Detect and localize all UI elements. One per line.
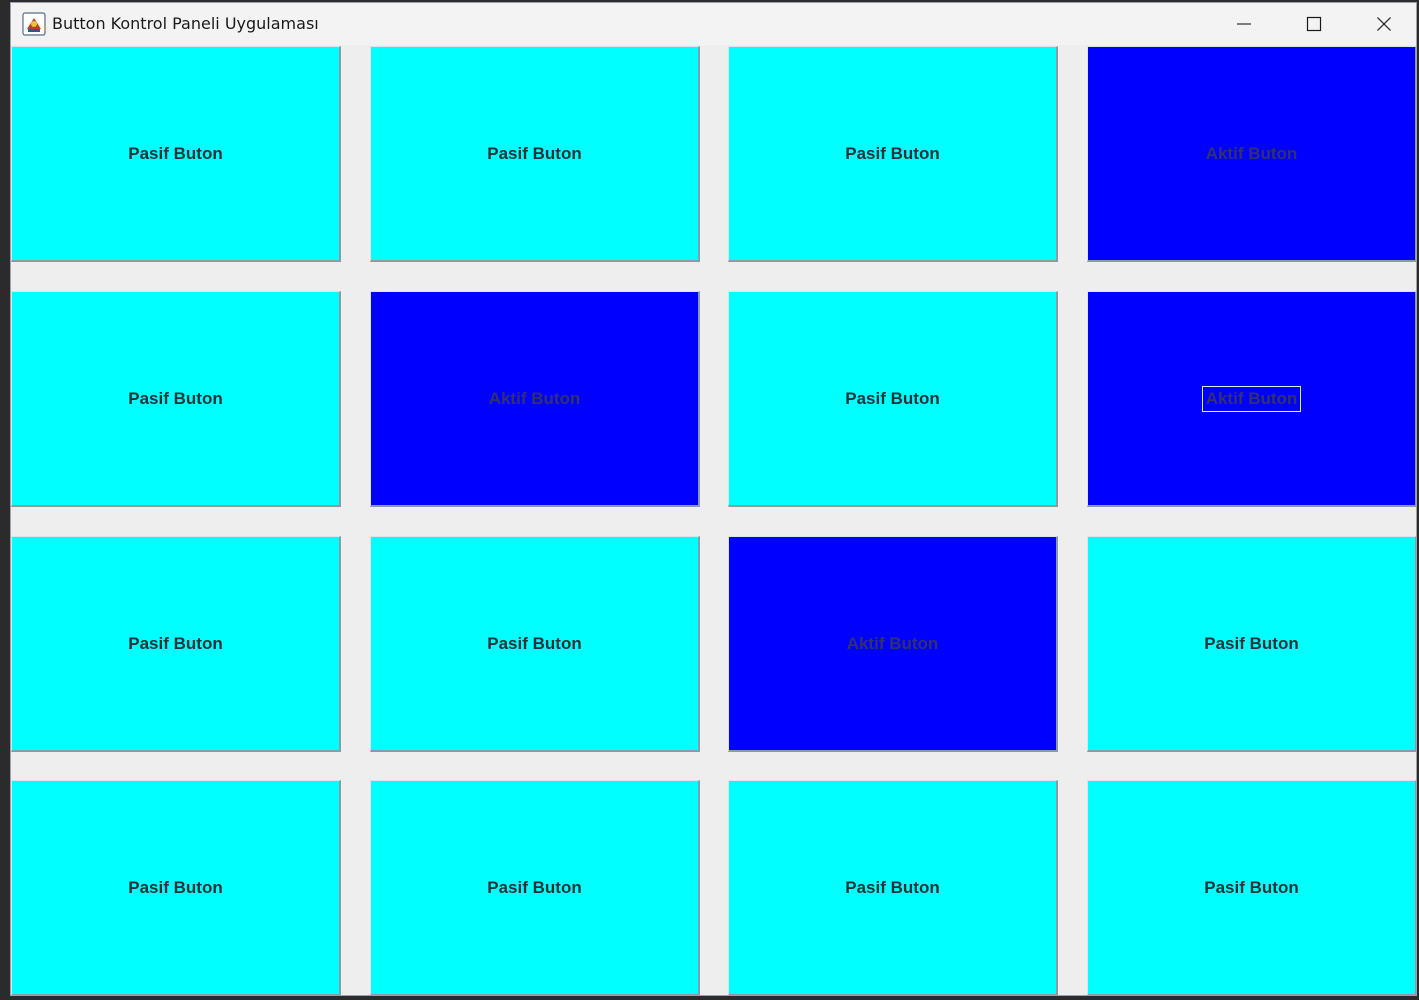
grid-button-label: Aktif Buton xyxy=(488,388,581,408)
close-icon xyxy=(1376,16,1392,32)
grid-button-5[interactable]: Pasif Buton xyxy=(11,291,341,507)
close-button[interactable] xyxy=(1349,3,1416,45)
grid-button-7[interactable]: Pasif Buton xyxy=(728,291,1058,507)
grid-button-3[interactable]: Pasif Buton xyxy=(728,46,1058,262)
grid-button-9[interactable]: Pasif Buton xyxy=(11,536,341,752)
grid-button-4[interactable]: Aktif Buton xyxy=(1087,46,1416,262)
minimize-icon xyxy=(1236,16,1252,32)
grid-button-label: Pasif Buton xyxy=(128,877,223,897)
window-title: Button Kontrol Paneli Uygulaması xyxy=(52,14,319,33)
grid-button-label: Pasif Buton xyxy=(487,633,582,653)
grid-button-14[interactable]: Pasif Buton xyxy=(370,780,700,995)
minimize-button[interactable] xyxy=(1209,3,1279,45)
grid-button-15[interactable]: Pasif Buton xyxy=(728,780,1058,995)
grid-button-2[interactable]: Pasif Buton xyxy=(370,46,700,262)
grid-button-8[interactable]: Aktif Buton xyxy=(1087,291,1416,507)
grid-button-label: Pasif Buton xyxy=(128,143,223,163)
grid-button-label: Pasif Buton xyxy=(128,633,223,653)
grid-button-13[interactable]: Pasif Buton xyxy=(11,780,341,995)
grid-button-label: Pasif Buton xyxy=(845,877,940,897)
app-window: Button Kontrol Paneli Uygulaması Pasif B… xyxy=(10,2,1417,996)
grid-button-label: Aktif Buton xyxy=(1201,385,1302,412)
grid-button-label: Aktif Buton xyxy=(846,633,939,653)
grid-button-label: Pasif Buton xyxy=(487,143,582,163)
grid-button-label: Aktif Buton xyxy=(1205,143,1298,163)
button-grid: Pasif Buton Pasif Buton Pasif Buton Akti… xyxy=(11,46,1416,995)
grid-button-label: Pasif Buton xyxy=(487,877,582,897)
grid-button-label: Pasif Buton xyxy=(128,388,223,408)
grid-button-10[interactable]: Pasif Buton xyxy=(370,536,700,752)
maximize-icon xyxy=(1306,16,1322,32)
grid-button-11[interactable]: Aktif Buton xyxy=(728,536,1058,752)
grid-button-12[interactable]: Pasif Buton xyxy=(1087,536,1416,752)
grid-button-label: Pasif Buton xyxy=(1204,877,1299,897)
grid-button-label: Pasif Buton xyxy=(845,143,940,163)
title-bar[interactable]: Button Kontrol Paneli Uygulaması xyxy=(11,3,1416,45)
grid-button-16[interactable]: Pasif Buton xyxy=(1087,780,1416,995)
grid-button-label: Pasif Buton xyxy=(1204,633,1299,653)
maximize-button[interactable] xyxy=(1279,3,1349,45)
grid-button-label: Pasif Buton xyxy=(845,388,940,408)
grid-button-1[interactable]: Pasif Buton xyxy=(11,46,341,262)
grid-button-6[interactable]: Aktif Buton xyxy=(370,291,700,507)
java-app-icon xyxy=(22,12,46,36)
